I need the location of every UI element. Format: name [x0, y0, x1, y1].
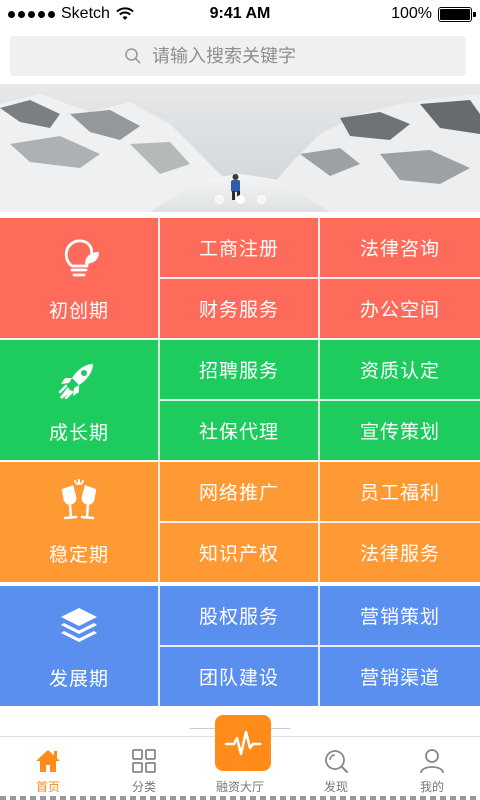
search-bar[interactable]: [10, 36, 466, 76]
service-grid: 网络推广 员工福利 知识产权 法律服务: [158, 462, 480, 582]
lightbulb-leaf-icon: [64, 238, 99, 276]
service-cell[interactable]: 员工福利: [318, 462, 480, 522]
service-cell[interactable]: 招聘服务: [158, 340, 318, 400]
pulse-icon: [224, 730, 262, 756]
search-input[interactable]: [152, 45, 352, 67]
service-grid: 股权服务 营销策划 团队建设 营销渠道: [158, 586, 480, 706]
service-cell[interactable]: 法律服务: [318, 522, 480, 582]
tab-label: 分类: [131, 780, 156, 794]
status-bar: Sketch 9:41 AM 100%: [0, 0, 480, 28]
tab-label: 我的: [419, 780, 444, 794]
section-startup: 初创期 工商注册 法律咨询 财务服务 办公空间: [0, 218, 480, 338]
stage-label: 稳定期: [48, 543, 109, 566]
service-cell[interactable]: 宣传策划: [318, 400, 480, 460]
tab-home[interactable]: 首页: [0, 737, 96, 800]
search-icon: [125, 48, 141, 64]
stage-label: 发展期: [48, 667, 109, 690]
service-cell[interactable]: 财务服务: [158, 278, 318, 338]
user-icon: [420, 749, 444, 774]
service-cell[interactable]: 工商注册: [158, 218, 318, 278]
service-cell[interactable]: 知识产权: [158, 522, 318, 582]
tab-mine[interactable]: 我的: [384, 737, 480, 800]
stage-development[interactable]: 发展期: [0, 586, 158, 706]
service-cell[interactable]: 法律咨询: [318, 218, 480, 278]
financing-hall-button[interactable]: [215, 715, 271, 771]
status-right: 100%: [391, 5, 476, 23]
pager-dot[interactable]: [214, 195, 224, 204]
service-cell[interactable]: 办公空间: [318, 278, 480, 338]
tab-category[interactable]: 分类: [96, 737, 192, 800]
discover-icon: [325, 750, 348, 773]
service-cell[interactable]: 营销渠道: [318, 646, 480, 706]
tab-label: 首页: [35, 780, 60, 794]
section-growth: 成长期 招聘服务 资质认定 社保代理 宣传策划: [0, 340, 480, 460]
battery-percent: 100%: [391, 5, 432, 22]
tab-bar: 首页 分类 融资大厅 发现 我的: [0, 715, 480, 800]
stage-stable[interactable]: 稳定期: [0, 462, 158, 582]
rocket-icon: [58, 363, 93, 399]
bottom-strip: [0, 796, 480, 800]
stage-growth[interactable]: 成长期: [0, 340, 158, 460]
tab-label: 发现: [323, 780, 348, 794]
grid-icon: [132, 749, 156, 773]
pager-dot[interactable]: [256, 195, 266, 204]
banner-pager[interactable]: [0, 195, 480, 204]
service-grid: 工商注册 法律咨询 财务服务 办公空间: [158, 218, 480, 338]
service-cell[interactable]: 营销策划: [318, 586, 480, 646]
service-cell[interactable]: 团队建设: [158, 646, 318, 706]
stage-label: 初创期: [48, 299, 109, 322]
banner-image: [0, 84, 480, 212]
banner-carousel[interactable]: [0, 84, 480, 212]
service-cell[interactable]: 网络推广: [158, 462, 318, 522]
service-cell[interactable]: 资质认定: [318, 340, 480, 400]
service-grid: 招聘服务 资质认定 社保代理 宣传策划: [158, 340, 480, 460]
home-icon: [36, 750, 60, 772]
champagne-glasses-icon: [61, 478, 97, 519]
service-cell[interactable]: 股权服务: [158, 586, 318, 646]
section-stable: 稳定期 网络推广 员工福利 知识产权 法律服务: [0, 462, 480, 582]
section-development: 发展期 股权服务 营销策划 团队建设 营销渠道: [0, 586, 480, 706]
tab-discover[interactable]: 发现: [288, 737, 384, 800]
battery-icon: [438, 6, 476, 22]
service-cell[interactable]: 社保代理: [158, 400, 318, 460]
stage-label: 成长期: [48, 421, 109, 444]
stage-startup[interactable]: 初创期: [0, 218, 158, 338]
pager-dot-active[interactable]: [235, 195, 245, 204]
tab-label: 融资大厅: [215, 780, 264, 794]
layers-icon: [61, 607, 97, 642]
